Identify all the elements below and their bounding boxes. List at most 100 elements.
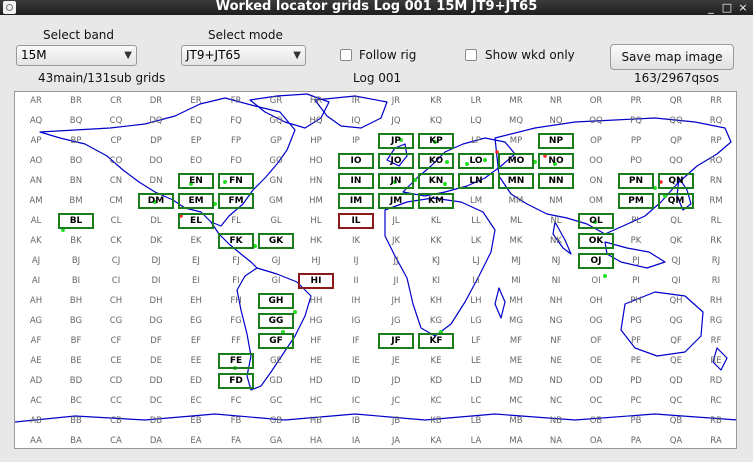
grid-da[interactable]: DA [138, 433, 174, 448]
grid-gi[interactable]: GI [258, 273, 294, 289]
grid-rr[interactable]: RR [698, 93, 734, 109]
grid-ml[interactable]: ML [498, 213, 534, 229]
grid-mf[interactable]: MF [498, 333, 534, 349]
grid-mq[interactable]: MQ [498, 113, 534, 129]
grid-no[interactable]: NO [538, 153, 574, 169]
grid-qc[interactable]: QC [658, 393, 694, 409]
grid-fm[interactable]: FM [218, 193, 254, 209]
grid-gm[interactable]: GM [258, 193, 294, 209]
grid-pf[interactable]: PF [618, 333, 654, 349]
grid-nh[interactable]: NH [538, 293, 574, 309]
grid-hi[interactable]: HI [298, 273, 334, 289]
band-select[interactable]: 15M ▼ [16, 45, 137, 66]
grid-ke[interactable]: KE [418, 353, 454, 369]
grid-in[interactable]: IN [338, 173, 374, 189]
grid-hn[interactable]: HN [298, 173, 334, 189]
grid-hk[interactable]: HK [298, 233, 334, 249]
grid-hl[interactable]: HL [298, 213, 334, 229]
grid-cb[interactable]: CB [98, 413, 134, 429]
grid-ja[interactable]: JA [378, 433, 414, 448]
grid-jn[interactable]: JN [378, 173, 414, 189]
grid-ch[interactable]: CH [98, 293, 134, 309]
grid-ol[interactable]: OL [578, 213, 614, 229]
grid-gh[interactable]: GH [258, 293, 294, 309]
grid-cq[interactable]: CQ [98, 113, 134, 129]
grid-ma[interactable]: MA [498, 433, 534, 448]
grid-dq[interactable]: DQ [138, 113, 174, 129]
grid-li[interactable]: LI [458, 273, 494, 289]
grid-eb[interactable]: EB [178, 413, 214, 429]
grid-qq[interactable]: QQ [658, 113, 694, 129]
grid-nl[interactable]: NL [538, 213, 574, 229]
grid-an[interactable]: AN [18, 173, 54, 189]
grid-qn[interactable]: QN [658, 173, 694, 189]
grid-or[interactable]: OR [578, 93, 614, 109]
grid-ee[interactable]: EE [178, 353, 214, 369]
grid-co[interactable]: CO [98, 153, 134, 169]
grid-re[interactable]: RE [698, 353, 734, 369]
grid-rc[interactable]: RC [698, 393, 734, 409]
grid-oj[interactable]: OJ [578, 253, 614, 269]
grid-dl[interactable]: DL [138, 213, 174, 229]
grid-fl[interactable]: FL [218, 213, 254, 229]
grid-bq[interactable]: BQ [58, 113, 94, 129]
grid-pk[interactable]: PK [618, 233, 654, 249]
grid-lj[interactable]: LJ [458, 253, 494, 269]
grid-pb[interactable]: PB [618, 413, 654, 429]
grid-hj[interactable]: HJ [298, 253, 334, 269]
grid-dh[interactable]: DH [138, 293, 174, 309]
grid-rq[interactable]: RQ [698, 113, 734, 129]
grid-jf[interactable]: JF [378, 333, 414, 349]
grid-rb[interactable]: RB [698, 413, 734, 429]
grid-kr[interactable]: KR [418, 93, 454, 109]
grid-bf[interactable]: BF [58, 333, 94, 349]
grid-if[interactable]: IF [338, 333, 374, 349]
grid-mi[interactable]: MI [498, 273, 534, 289]
grid-gf[interactable]: GF [258, 333, 294, 349]
grid-ig[interactable]: IG [338, 313, 374, 329]
grid-qf[interactable]: QF [658, 333, 694, 349]
grid-rd[interactable]: RD [698, 373, 734, 389]
grid-lo[interactable]: LO [458, 153, 494, 169]
grid-go[interactable]: GO [258, 153, 294, 169]
grid-ll[interactable]: LL [458, 213, 494, 229]
grid-oi[interactable]: OI [578, 273, 614, 289]
grid-pg[interactable]: PG [618, 313, 654, 329]
grid-bh[interactable]: BH [58, 293, 94, 309]
grid-lp[interactable]: LP [458, 133, 494, 149]
mode-select[interactable]: JT9+JT65 ▼ [181, 45, 306, 66]
grid-ir[interactable]: IR [338, 93, 374, 109]
grid-ck[interactable]: CK [98, 233, 134, 249]
grid-ge[interactable]: GE [258, 353, 294, 369]
grid-cj[interactable]: CJ [98, 253, 134, 269]
grid-eo[interactable]: EO [178, 153, 214, 169]
grid-ep[interactable]: EP [178, 133, 214, 149]
grid-cl[interactable]: CL [98, 213, 134, 229]
grid-fg[interactable]: FG [218, 313, 254, 329]
grid-ed[interactable]: ED [178, 373, 214, 389]
grid-jr[interactable]: JR [378, 93, 414, 109]
grid-on[interactable]: ON [578, 173, 614, 189]
grid-oq[interactable]: OQ [578, 113, 614, 129]
grid-ej[interactable]: EJ [178, 253, 214, 269]
grid-gd[interactable]: GD [258, 373, 294, 389]
grid-mk[interactable]: MK [498, 233, 534, 249]
grid-pn[interactable]: PN [618, 173, 654, 189]
grid-dc[interactable]: DC [138, 393, 174, 409]
grid-lg[interactable]: LG [458, 313, 494, 329]
grid-bm[interactable]: BM [58, 193, 94, 209]
grid-qo[interactable]: QO [658, 153, 694, 169]
grid-bo[interactable]: BO [58, 153, 94, 169]
grid-fn[interactable]: FN [218, 173, 254, 189]
grid-hm[interactable]: HM [298, 193, 334, 209]
grid-jj[interactable]: JJ [378, 253, 414, 269]
grid-pd[interactable]: PD [618, 373, 654, 389]
grid-gj[interactable]: GJ [258, 253, 294, 269]
grid-ib[interactable]: IB [338, 413, 374, 429]
grid-cf[interactable]: CF [98, 333, 134, 349]
grid-fh[interactable]: FH [218, 293, 254, 309]
grid-gn[interactable]: GN [258, 173, 294, 189]
grid-pr[interactable]: PR [618, 93, 654, 109]
grid-ok[interactable]: OK [578, 233, 614, 249]
grid-hh[interactable]: HH [298, 293, 334, 309]
